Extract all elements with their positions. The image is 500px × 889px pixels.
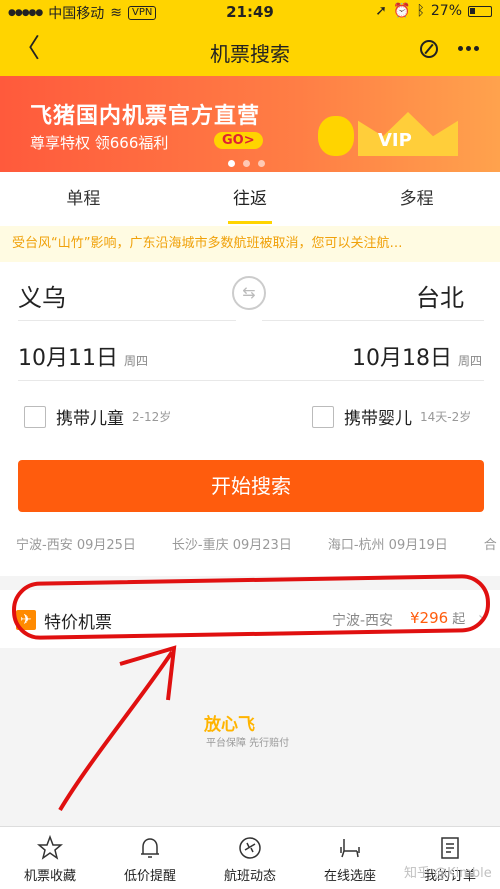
bottom-nav-favorites[interactable]: 机票收藏 (0, 827, 100, 889)
bottom-nav-flight-status[interactable]: 航班动态 (200, 827, 300, 889)
bottom-nav-price-alert[interactable]: 低价提醒 (100, 827, 200, 889)
bottom-nav-label: 低价提醒 (123, 869, 176, 884)
bottom-nav-seat-selection[interactable]: 在线选座 (300, 827, 400, 889)
fangxinfei-subtitle: 平台保障 先行赔付 (206, 738, 290, 749)
fangxinfei-logo: 放心飞 (204, 715, 255, 735)
plane-circle-icon (239, 837, 261, 859)
bottom-nav-label: 在线选座 (323, 869, 376, 884)
seat-icon (340, 839, 360, 858)
bottom-nav-label: 航班动态 (223, 869, 276, 884)
zhihu-watermark: 知乎 @Kimble (404, 866, 492, 881)
bell-icon (141, 838, 159, 858)
order-icon (441, 837, 459, 859)
red-annotation-arrow (58, 645, 177, 812)
star-icon (37, 835, 63, 860)
bottom-nav-label: 机票收藏 (23, 869, 76, 884)
